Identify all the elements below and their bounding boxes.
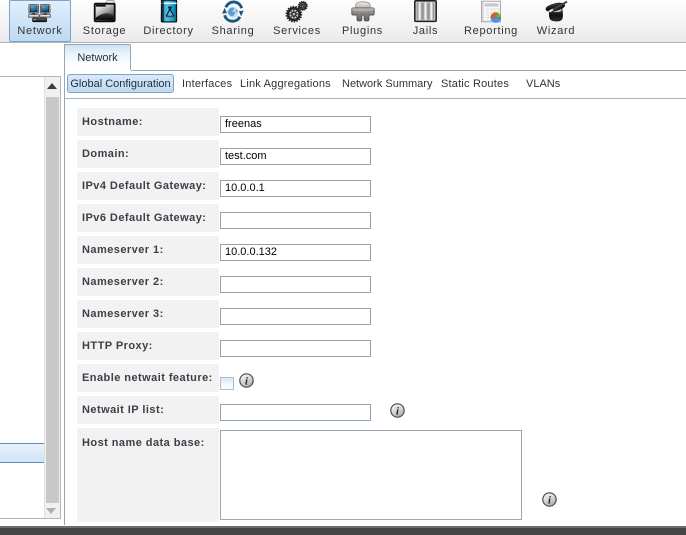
svg-text:i: i: [548, 495, 551, 506]
svg-text:i: i: [396, 406, 399, 417]
svg-text:i: i: [245, 376, 248, 387]
